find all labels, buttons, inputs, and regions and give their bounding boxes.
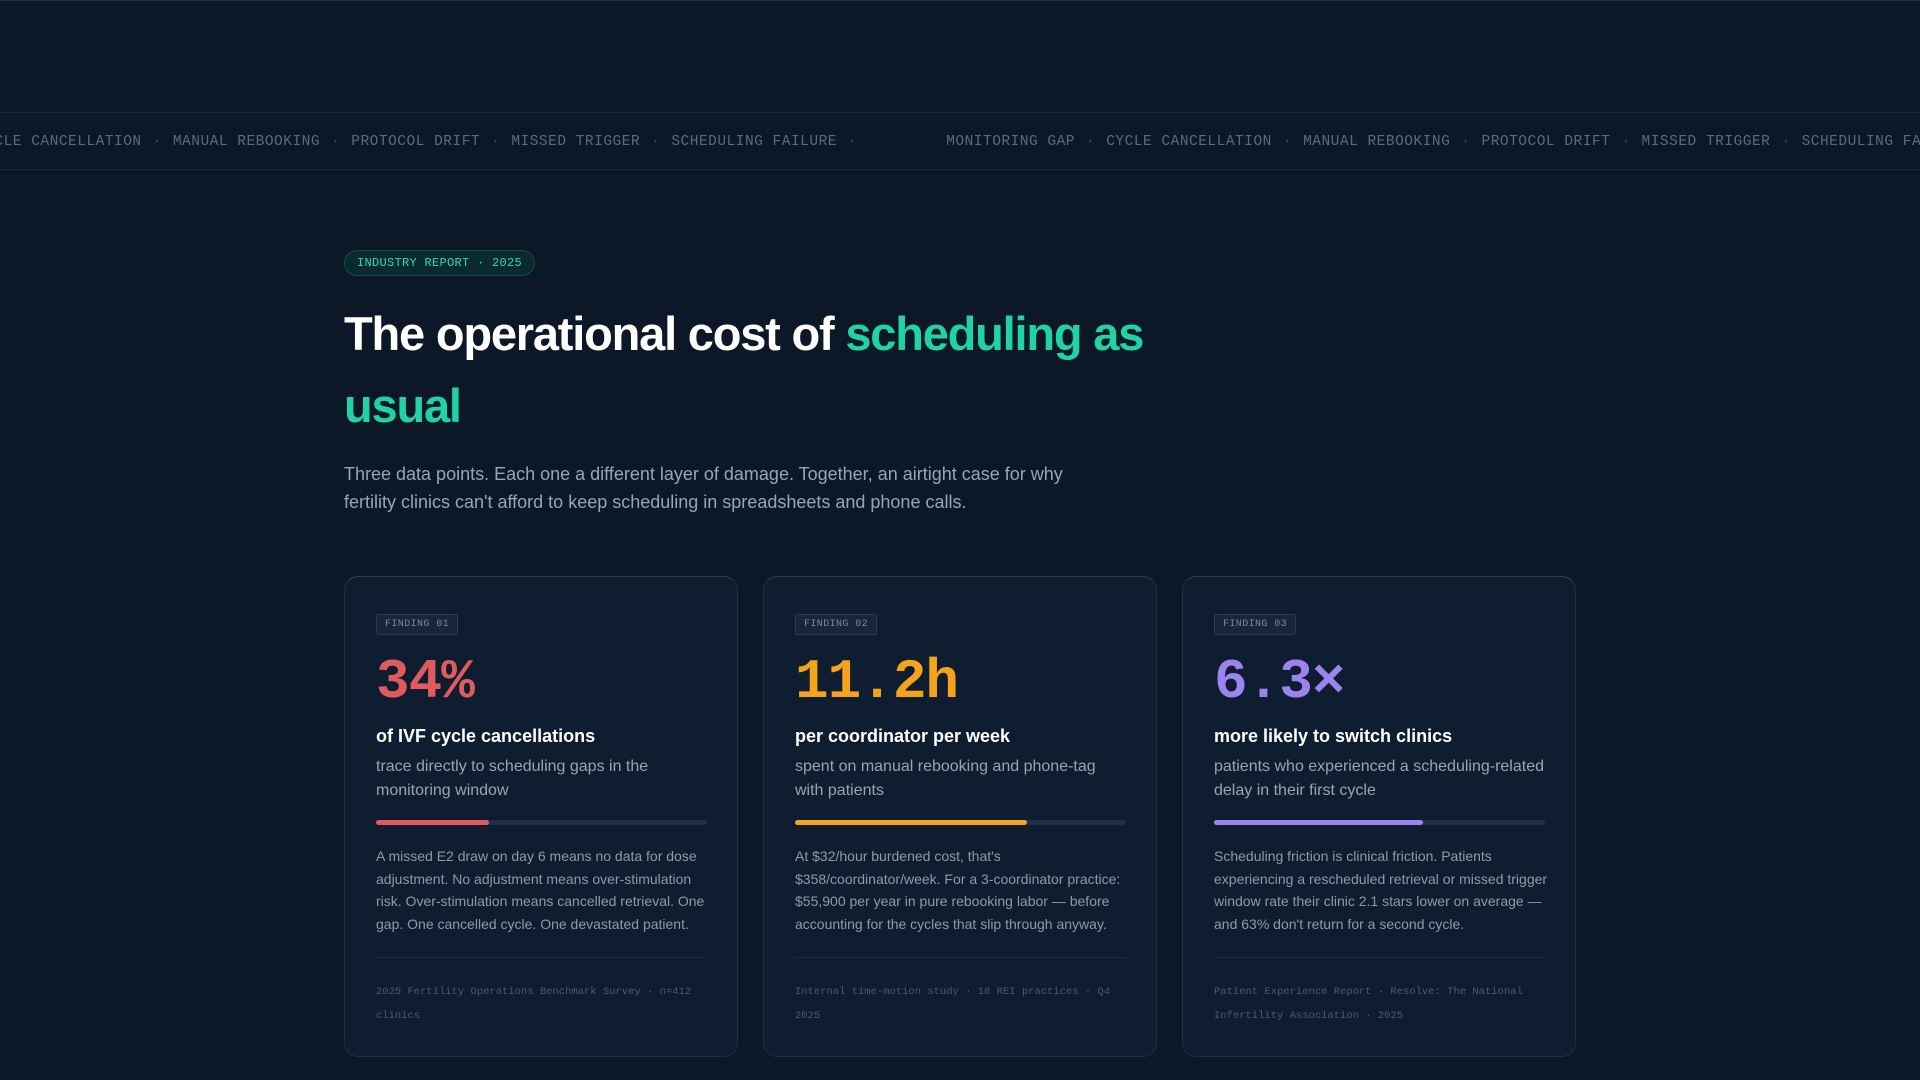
ticker-group: CYCLE CANCELLATION · MANUAL REBOOKING · PROT… xyxy=(0,134,946,150)
divider xyxy=(376,957,707,958)
finding-body: At $32/hour burdened cost, that's $358/c… xyxy=(795,848,1121,932)
finding-headline: of IVF cycle cancellations xyxy=(376,726,596,746)
ticker-separator: · xyxy=(331,134,341,150)
finding-source: 2025 Fertility Operations Benchmark Surv… xyxy=(376,986,692,1022)
finding-headline: per coordinator per week xyxy=(795,726,1011,746)
finding-card-3: FINDING 03 6.3× more likely to switch cl… xyxy=(1182,576,1576,1057)
progress-fill xyxy=(376,820,489,825)
finding-body: Scheduling friction is clinical friction… xyxy=(1214,848,1548,932)
divider xyxy=(795,957,1126,958)
progress-bar xyxy=(795,820,1126,825)
ticker-separator: · xyxy=(1781,134,1791,150)
progress-bar xyxy=(1214,820,1545,825)
finding-description: patients who experienced a scheduling-re… xyxy=(1214,758,1544,799)
page-title: The operational cost of scheduling as us… xyxy=(344,298,1144,442)
keyword-ticker: CYCLE CANCELLATION · MANUAL REBOOKING · PROT… xyxy=(0,112,1920,170)
finding-tag: FINDING 03 xyxy=(1214,614,1297,635)
title-plain: The operational cost of xyxy=(344,307,846,360)
finding-description: trace directly to scheduling gaps in the… xyxy=(376,758,649,799)
report-badge: INDUSTRY REPORT · 2025 xyxy=(344,250,536,276)
hero-section: INDUSTRY REPORT · 2025 The operational c… xyxy=(344,250,1584,516)
finding-tag: FINDING 02 xyxy=(795,614,878,635)
progress-bar xyxy=(376,820,707,825)
top-accent-line xyxy=(0,0,1920,1)
ticker-item: SCHEDULING FAILURE xyxy=(671,134,837,150)
ticker-separator: · xyxy=(491,134,501,150)
divider xyxy=(1214,957,1545,958)
findings-cards: FINDING 01 34% of IVF cycle cancellation… xyxy=(344,576,1576,1057)
ticker-separator: · xyxy=(847,134,858,150)
ticker-separator: · xyxy=(1621,134,1631,150)
finding-stat: 34% xyxy=(376,650,475,714)
ticker-group: MONITORING GAP · CYCLE CANCELLATION · MANUAL… xyxy=(946,134,1920,150)
finding-stat: 11.2h xyxy=(795,650,959,714)
ticker-separator: · xyxy=(1282,134,1293,150)
ticker-item: PROTOCOL DRIFT xyxy=(351,134,481,150)
progress-fill xyxy=(1214,820,1423,825)
ticker-separator: · xyxy=(1461,134,1471,150)
ticker-separator: · xyxy=(1086,134,1096,150)
ticker-separator: · xyxy=(651,134,661,150)
finding-stat: 6.3× xyxy=(1214,650,1345,714)
finding-body: A missed E2 draw on day 6 means no data … xyxy=(376,848,705,932)
ticker-track: CYCLE CANCELLATION · MANUAL REBOOKING · PROT… xyxy=(0,113,1920,169)
ticker-separator: · xyxy=(152,134,162,150)
page-subtitle: Three data points. Each one a different … xyxy=(344,464,1063,512)
ticker-item: MANUAL REBOOKING xyxy=(1303,134,1451,150)
progress-fill xyxy=(795,820,1027,825)
ticker-item: PROTOCOL DRIFT xyxy=(1481,134,1611,150)
finding-card-1: FINDING 01 34% of IVF cycle cancellation… xyxy=(344,576,738,1057)
finding-tag: FINDING 01 xyxy=(376,614,459,635)
finding-source: Internal time-motion study · 18 REI prac… xyxy=(795,986,1111,1022)
ticker-item: MISSED TRIGGER xyxy=(511,134,641,150)
finding-source: Patient Experience Report · Resolve: The… xyxy=(1214,986,1523,1022)
ticker-item: SCHEDULING FAILURE xyxy=(1801,134,1920,150)
finding-description: spent on manual rebooking and phone-tag … xyxy=(795,758,1096,799)
finding-card-2: FINDING 02 11.2h per coordinator per wee… xyxy=(763,576,1157,1057)
finding-headline: more likely to switch clinics xyxy=(1214,726,1453,746)
ticker-item: MISSED TRIGGER xyxy=(1641,134,1771,150)
ticker-item: MANUAL REBOOKING xyxy=(172,134,321,150)
ticker-item: CYCLE CANCELLATION xyxy=(0,134,142,150)
ticker-item: CYCLE CANCELLATION xyxy=(1106,134,1272,150)
ticker-item: MONITORING GAP xyxy=(946,134,1076,150)
